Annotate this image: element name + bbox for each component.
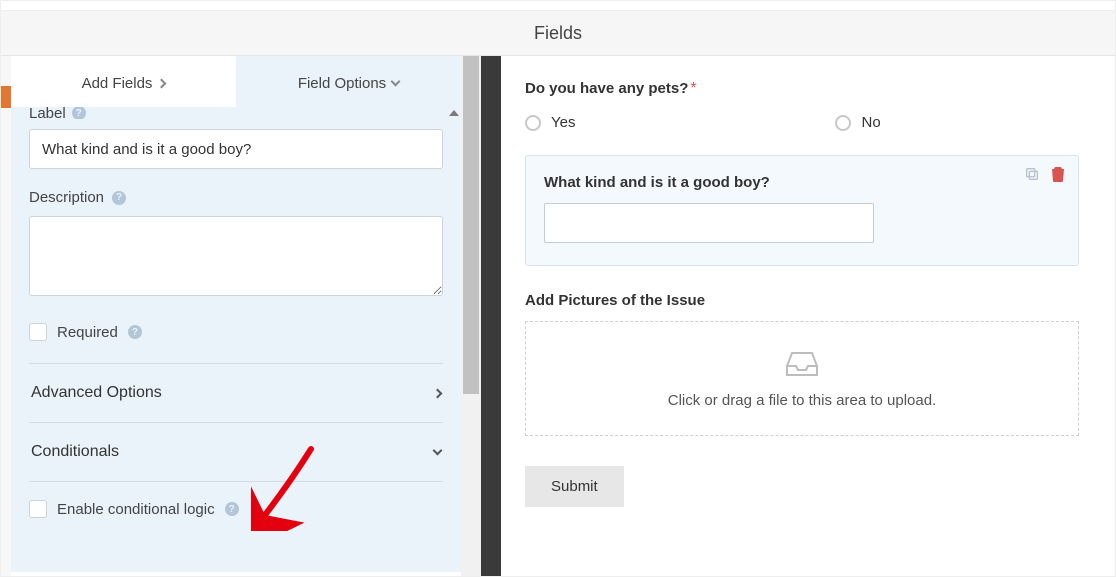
chevron-down-icon (433, 446, 443, 456)
help-icon[interactable]: ? (225, 502, 239, 516)
selected-field-input[interactable] (544, 203, 874, 243)
section-advanced-options[interactable]: Advanced Options (29, 364, 443, 423)
chevron-right-icon (433, 388, 443, 398)
scroll-up-icon (449, 110, 459, 116)
radio-option-yes[interactable]: Yes (525, 114, 575, 131)
radio-icon (525, 115, 541, 131)
chevron-right-icon (157, 78, 167, 88)
description-textarea[interactable] (29, 216, 443, 296)
required-star-icon: * (690, 80, 696, 97)
page-title: Fields (1, 11, 1115, 56)
radio-no-label: No (861, 114, 880, 131)
tab-field-options-label: Field Options (298, 75, 386, 92)
label-text: Label (29, 107, 66, 119)
chevron-down-icon (391, 77, 401, 87)
description-label-text: Description (29, 189, 104, 206)
tab-add-fields[interactable]: Add Fields (11, 56, 236, 111)
section-conditionals-label: Conditionals (31, 443, 119, 461)
label-field-heading: Label ? (29, 107, 443, 119)
dropzone-text: Click or drag a file to this area to upl… (668, 392, 936, 409)
enable-conditional-label: Enable conditional logic (57, 501, 215, 518)
submit-button[interactable]: Submit (525, 466, 624, 507)
inbox-icon (784, 348, 820, 382)
duplicate-icon[interactable] (1024, 166, 1040, 182)
required-label: Required (57, 324, 118, 341)
help-icon[interactable]: ? (72, 107, 86, 119)
tab-field-options[interactable]: Field Options (236, 56, 461, 111)
file-dropzone[interactable]: Click or drag a file to this area to upl… (525, 321, 1079, 436)
help-icon[interactable]: ? (112, 191, 126, 205)
trash-icon[interactable] (1050, 166, 1066, 182)
scroll-thumb[interactable] (463, 56, 479, 394)
section-conditionals[interactable]: Conditionals (29, 423, 443, 482)
required-checkbox[interactable] (29, 323, 47, 341)
radio-icon (835, 115, 851, 131)
scrollbar[interactable] (446, 107, 461, 119)
enable-conditional-checkbox[interactable] (29, 500, 47, 518)
sidebar-tabs: Add Fields Field Options (11, 56, 461, 111)
description-label: Description ? (29, 189, 443, 206)
question-label: Do you have any pets? (525, 80, 688, 97)
tab-add-fields-label: Add Fields (82, 75, 153, 92)
selected-field-label: What kind and is it a good boy? (544, 174, 1060, 191)
radio-yes-label: Yes (551, 114, 575, 131)
radio-option-no[interactable]: No (835, 114, 880, 131)
upload-field-label: Add Pictures of the Issue (525, 292, 1079, 309)
selected-field-card[interactable]: What kind and is it a good boy? (525, 155, 1079, 266)
form-preview: Do you have any pets?* Yes No (501, 56, 1115, 576)
help-icon[interactable]: ? (128, 325, 142, 339)
left-rail (1, 56, 11, 576)
section-advanced-label: Advanced Options (31, 384, 162, 402)
label-input[interactable] (29, 129, 443, 169)
